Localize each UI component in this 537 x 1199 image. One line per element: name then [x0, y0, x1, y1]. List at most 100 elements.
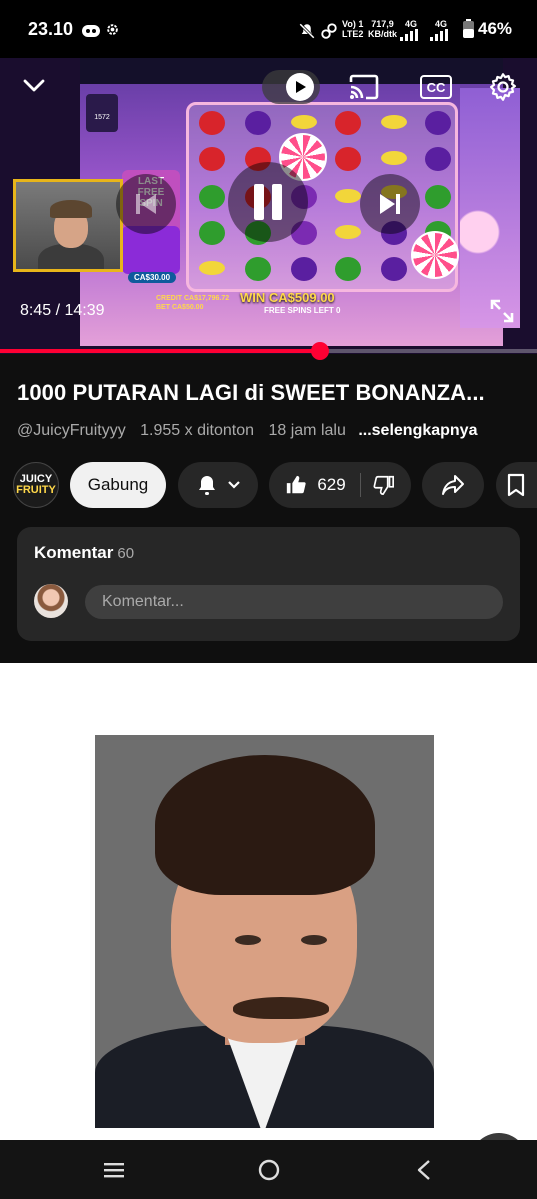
thumbs-down-icon [373, 475, 394, 495]
cast-icon [349, 74, 379, 100]
portrait-photo [95, 735, 434, 1128]
autoplay-toggle[interactable] [262, 70, 320, 104]
settings-notification-icon [105, 22, 120, 42]
mute-icon [298, 22, 316, 45]
upload-age: 18 jam lalu [268, 422, 346, 439]
watermelon-symbol [245, 257, 271, 281]
grape-symbol [291, 257, 317, 281]
apple-symbol [335, 111, 361, 135]
banana-symbol [291, 115, 317, 129]
thumbs-up-icon [287, 475, 306, 494]
signal-2: 4G [430, 19, 452, 43]
grape-symbol [245, 111, 271, 135]
comment-count: 60 [117, 545, 135, 562]
fullscreen-icon [490, 299, 514, 323]
settings-button[interactable] [486, 70, 520, 104]
battery-icon [463, 19, 474, 43]
save-button[interactable] [496, 462, 537, 508]
apple-symbol [335, 147, 361, 171]
recent-apps-button[interactable] [94, 1154, 134, 1186]
banana-symbol [199, 261, 225, 275]
video-meta[interactable]: @JuicyFruityyy 1.955 x ditonton 18 jam l… [17, 422, 477, 440]
watermelon-symbol [425, 185, 451, 209]
comments-section[interactable]: Komentar 60 Komentar... [17, 527, 520, 641]
share-button[interactable] [422, 462, 484, 508]
channel-handle: @JuicyFruityyy [17, 422, 126, 439]
like-divider [359, 473, 361, 497]
view-count: 1.955 x ditonton [140, 422, 255, 439]
minimize-button[interactable] [18, 72, 50, 100]
fullscreen-button[interactable] [484, 294, 520, 328]
notification-bell-button[interactable] [178, 462, 258, 508]
banana-symbol [381, 151, 407, 165]
notification-icon [82, 24, 100, 42]
clock: 23.10 [28, 19, 74, 39]
cc-icon: CC [420, 75, 452, 99]
chevron-down-icon [228, 481, 240, 489]
signal-1: 4G [400, 19, 422, 43]
gear-icon [490, 73, 516, 101]
next-button[interactable] [360, 174, 420, 234]
dislike-button[interactable] [373, 474, 395, 496]
progress-bar[interactable] [0, 342, 537, 360]
candy-decoration [460, 88, 520, 328]
back-icon [417, 1160, 430, 1180]
channel-avatar[interactable]: JUICY FRUITY [13, 462, 59, 508]
bookmark-icon [507, 473, 525, 497]
streamer-webcam [13, 179, 123, 272]
banana-symbol [335, 225, 361, 239]
lollipop-symbol [411, 231, 459, 279]
status-bar: 23.10 Vo) 1 LTE2 717,9 KB/dtk 4G 4G 46% [0, 0, 537, 58]
volte-indicator: Vo) 1 LTE2 [342, 19, 364, 39]
banana-symbol [335, 189, 361, 203]
comments-header: Komentar 60 [34, 543, 135, 562]
battery-percent: 46% [478, 19, 513, 38]
grape-symbol [381, 257, 407, 281]
watermelon-symbol [199, 221, 225, 245]
user-avatar [34, 584, 68, 618]
scrubber-handle[interactable] [311, 342, 330, 360]
like-dislike-group: 629 [269, 462, 411, 508]
network-speed: 717,9 KB/dtk [368, 19, 397, 39]
video-title[interactable]: 1000 PUTARAN LAGI di SWEET BONANZA... [17, 380, 523, 406]
show-more-link[interactable]: ...selengkapnya [358, 422, 477, 439]
progress-fill [0, 349, 321, 353]
grape-symbol [425, 111, 451, 135]
chevron-down-icon [23, 79, 45, 92]
video-player[interactable]: 1572 LAST FREE SPIN CA$30.00 [0, 58, 537, 354]
link-icon [320, 22, 338, 45]
home-icon [258, 1159, 280, 1181]
system-nav-bar [0, 1140, 537, 1199]
bell-icon [199, 476, 215, 495]
win-amount: WIN CA$509.00 [240, 290, 335, 305]
back-button[interactable] [404, 1154, 444, 1186]
previous-button[interactable] [116, 174, 176, 234]
banana-symbol [381, 115, 407, 129]
like-count: 629 [317, 475, 346, 494]
grape-symbol [425, 147, 451, 171]
captions-button[interactable]: CC [418, 72, 454, 102]
cast-button[interactable] [346, 72, 382, 102]
previous-icon [136, 194, 156, 214]
join-button[interactable]: Gabung [70, 462, 166, 508]
action-row: JUICY FRUITY Gabung 629 [0, 462, 537, 508]
credit-bet-readout: CREDIT CA$17,796.72 BET CA$50.00 [156, 295, 230, 311]
jackpot-box: 1572 [86, 94, 118, 132]
like-button[interactable]: 629 [285, 474, 346, 496]
promoted-content[interactable] [0, 663, 537, 1140]
home-button[interactable] [249, 1154, 289, 1186]
apple-symbol [199, 147, 225, 171]
next-icon [380, 194, 400, 214]
pause-icon [254, 184, 282, 220]
balance-chip: CA$30.00 [128, 272, 177, 283]
pause-button[interactable] [228, 162, 308, 242]
comment-input[interactable]: Komentar... [85, 585, 503, 619]
share-icon [442, 475, 464, 495]
watermelon-symbol [199, 185, 225, 209]
time-readout: 8:45 / 14:39 [20, 302, 105, 319]
watermelon-symbol [335, 257, 361, 281]
apple-symbol [199, 111, 225, 135]
recents-icon [104, 1163, 124, 1178]
play-icon [286, 73, 314, 101]
free-spins-left: FREE SPINS LEFT 0 [264, 306, 341, 315]
